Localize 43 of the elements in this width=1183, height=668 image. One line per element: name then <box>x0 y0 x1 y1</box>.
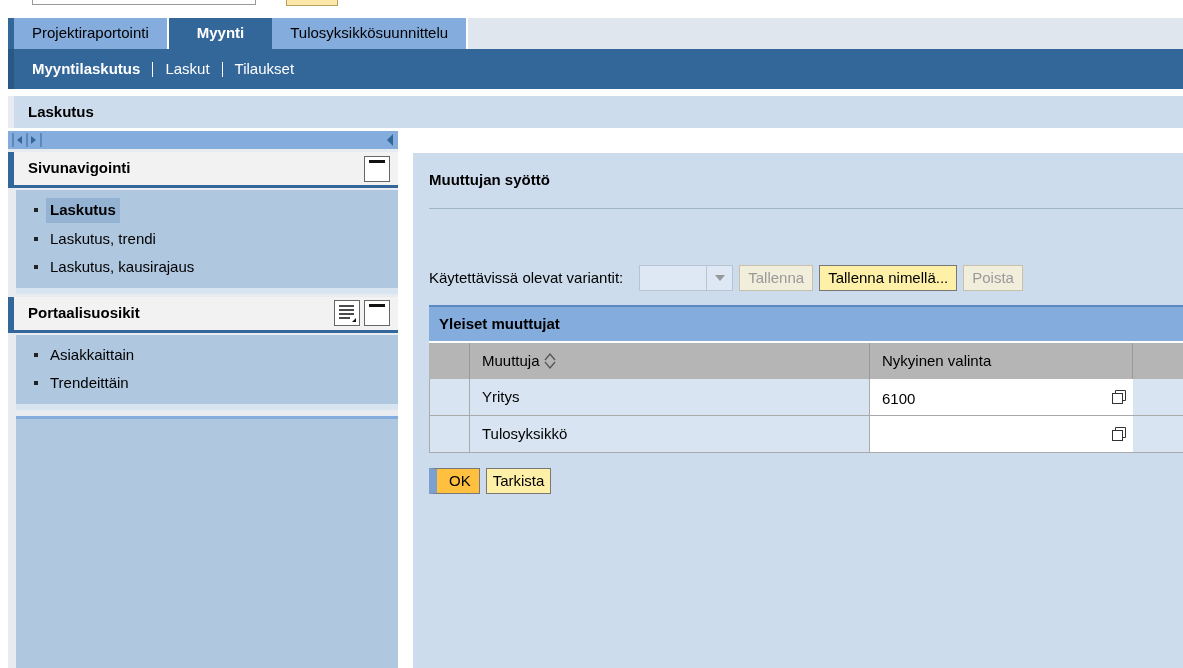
panel-scroll-bar[interactable] <box>8 131 398 149</box>
section-title: Muuttujan syöttö <box>429 170 550 191</box>
column-header[interactable]: Nykyinen valinta <box>882 349 992 373</box>
nav-link[interactable]: Laskutus, trendi <box>46 226 160 251</box>
collapse-icon[interactable] <box>364 155 390 182</box>
variants-label: Käytettävissä olevat variantit: <box>429 267 624 288</box>
collapse-arrow-icon[interactable] <box>386 133 394 147</box>
nav-tab[interactable]: Myynti <box>168 18 273 49</box>
bullet-icon <box>34 352 38 357</box>
nav-link[interactable]: Trendeittäin <box>46 371 133 396</box>
table-cell-text: Yritys <box>482 386 520 407</box>
panel-title: Sivunavigointi <box>28 158 132 179</box>
bullet-icon <box>34 381 38 386</box>
copy-icon[interactable] <box>1111 426 1127 442</box>
bullet-icon <box>34 265 38 270</box>
action-button[interactable]: Tarkista <box>485 468 552 494</box>
nav-link[interactable]: Laskutus <box>46 198 120 223</box>
options-icon[interactable] <box>334 300 360 326</box>
table-title: Yleiset muuttujat <box>429 305 1183 341</box>
value-field[interactable]: 6100 <box>870 379 1133 415</box>
nav-link[interactable]: Asiakkaittain <box>46 342 139 367</box>
sort-icon[interactable] <box>543 353 556 369</box>
nav-tab[interactable]: Tulosyksikkösuunnittelu <box>272 18 469 49</box>
top-field[interactable] <box>32 0 256 5</box>
column-header[interactable]: Muuttuja <box>482 349 540 373</box>
panel-title: Portaalisuosikit <box>28 302 141 323</box>
action-button[interactable]: OK <box>429 468 480 494</box>
variant-button[interactable]: Tallenna nimellä... <box>819 265 958 291</box>
page-title: Laskutus <box>28 101 94 122</box>
dropdown-arrow-icon <box>714 275 725 281</box>
sub-nav-link[interactable]: Myyntilaskutus <box>32 57 141 81</box>
value-field[interactable] <box>870 416 1133 452</box>
top-button[interactable] <box>286 0 338 6</box>
sub-nav-link[interactable]: Tilaukset <box>234 57 295 81</box>
nav-tab[interactable]: Projektiraportointi <box>14 18 169 49</box>
collapse-icon[interactable] <box>364 300 390 326</box>
bullet-icon <box>34 236 38 241</box>
nav-link[interactable]: Laskutus, kausirajaus <box>46 255 199 280</box>
copy-icon[interactable] <box>1111 389 1127 405</box>
bullet-icon <box>34 208 38 213</box>
scroll-arrows-icon[interactable] <box>12 133 42 147</box>
sub-nav-link[interactable]: Laskut <box>165 57 210 81</box>
table-cell-text: Tulosyksikkö <box>482 423 568 444</box>
